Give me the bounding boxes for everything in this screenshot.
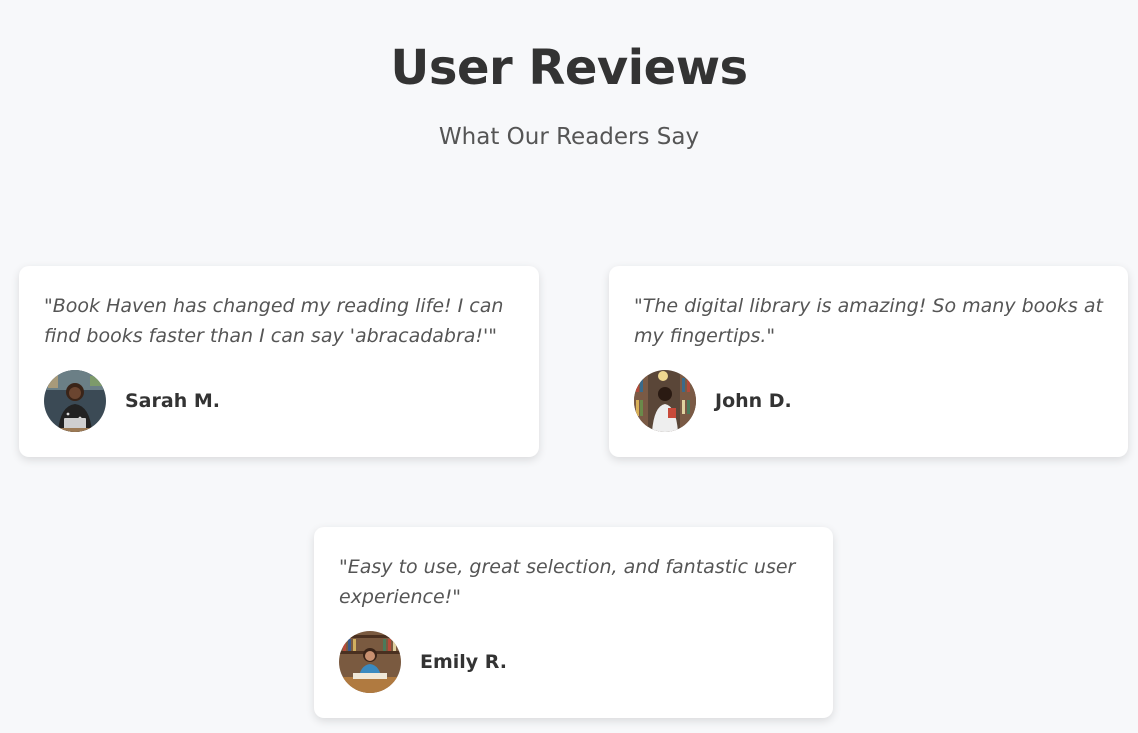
avatar [339,631,401,693]
review-quote: "Easy to use, great selection, and fanta… [339,556,796,608]
review-quote: "Book Haven has changed my reading life!… [44,295,504,347]
page-subtitle: What Our Readers Say [438,124,700,150]
review-author: Sarah M. [44,370,515,432]
review-card: "Book Haven has changed my reading life!… [19,266,539,457]
review-author: Emily R. [339,631,809,693]
review-quote: "The digital library is amazing! So many… [634,295,1103,347]
avatar [44,370,106,432]
review-card: "The digital library is amazing! So many… [609,266,1128,457]
review-card: "Easy to use, great selection, and fanta… [314,527,833,718]
page-title: User Reviews [390,40,748,96]
review-author-name: Sarah M. [125,390,220,412]
review-author-name: John D. [715,390,792,412]
review-author-name: Emily R. [420,651,508,673]
review-author: John D. [634,370,1104,432]
avatar [634,370,696,432]
